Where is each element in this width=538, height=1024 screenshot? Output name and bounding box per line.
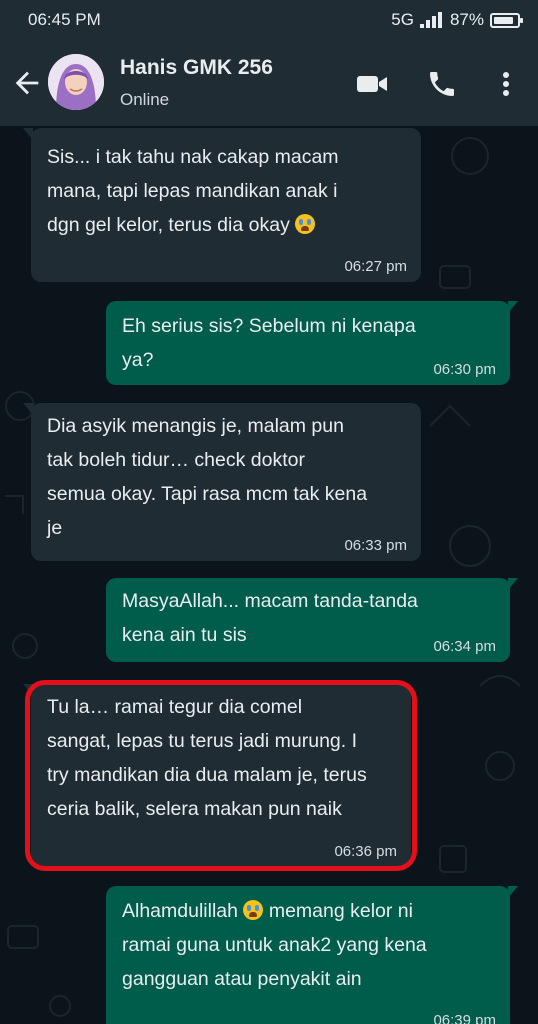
bubble-tail — [23, 403, 33, 415]
bubble-tail — [508, 301, 518, 313]
message-time: 06:30 pm — [433, 361, 496, 378]
status-time: 06:45 PM — [28, 10, 101, 29]
status-bar: 06:45 PM 5G 87% — [0, 0, 538, 40]
bubble-tail — [508, 886, 518, 898]
avatar[interactable] — [48, 54, 104, 110]
network-type: 5G — [391, 10, 414, 29]
back-arrow-icon[interactable] — [10, 66, 44, 100]
chat-header: Hanis GMK 256 Online — [0, 40, 538, 126]
status-indicators: 5G 87% — [391, 10, 523, 30]
message-outgoing[interactable]: Eh serius sis? Sebelum ni kenapa ya? 06:… — [106, 301, 518, 385]
message-time: 06:27 pm — [344, 258, 407, 275]
bubble-tail — [23, 128, 33, 140]
message-incoming[interactable]: Sis... i tak tahu nak cakap macam mana, … — [23, 128, 421, 282]
battery-icon — [490, 12, 523, 28]
video-call-icon[interactable] — [354, 68, 390, 100]
message-time: 06:39 pm — [433, 1012, 496, 1024]
message-incoming[interactable]: Dia asyik menangis je, malam pun tak bol… — [23, 403, 421, 561]
battery-level — [494, 16, 513, 24]
message-outgoing[interactable]: Alhamdulillah memang kelor ni ramai guna… — [106, 886, 518, 1024]
bubble-tail — [508, 578, 518, 590]
avatar-image — [48, 54, 104, 110]
message-time: 06:33 pm — [344, 537, 407, 554]
message-text: Eh serius sis? Sebelum ni kenapa ya? — [122, 315, 416, 371]
message-outgoing[interactable]: MasyaAllah... macam tanda-tanda kena ain… — [106, 578, 518, 662]
message-text: Dia asyik menangis je, malam pun tak bol… — [47, 415, 368, 539]
crying-emoji-icon — [243, 900, 264, 920]
signal-icon — [419, 12, 444, 28]
battery-percent: 87% — [449, 10, 484, 29]
message-text: MasyaAllah... macam tanda-tanda kena ain… — [122, 590, 418, 646]
crying-emoji-icon — [295, 214, 316, 234]
phone-icon[interactable] — [424, 68, 460, 100]
message-text-start: Alhamdulillah — [122, 900, 238, 922]
more-options-icon[interactable] — [490, 68, 522, 100]
contact-status: Online — [120, 90, 170, 109]
contact-name[interactable]: Hanis GMK 256 — [120, 56, 273, 80]
chat-area[interactable]: Sis... i tak tahu nak cakap macam mana, … — [0, 126, 538, 1024]
message-time: 06:34 pm — [433, 638, 496, 655]
highlight-box — [25, 680, 417, 871]
